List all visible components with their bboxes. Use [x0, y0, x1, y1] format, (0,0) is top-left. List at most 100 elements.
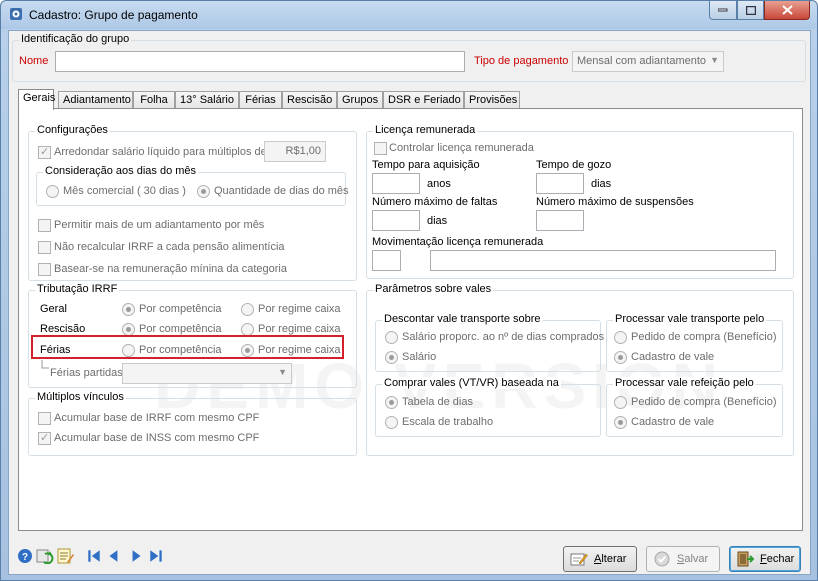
salvar-label-rest: alvar — [684, 553, 709, 565]
tab-13-salario[interactable]: 13° Salário — [175, 91, 239, 109]
gozo-dias-label: dias — [591, 178, 612, 190]
edit-list-icon[interactable] — [57, 548, 75, 564]
alterar-button[interactable]: Alterar — [563, 546, 637, 572]
licenca-group: Licença remunerada Controlar licença rem… — [366, 124, 794, 279]
maximize-button[interactable] — [737, 1, 764, 20]
salvar-button[interactable]: Salvar — [646, 546, 720, 572]
ferias-partidas-label: Férias partidas — [50, 367, 123, 379]
help-icon[interactable]: ? — [16, 548, 34, 564]
fechar-label-mnemonic: F — [760, 553, 767, 565]
vales-group: Parâmetros sobre vales Descontar vale tr… — [366, 283, 794, 456]
comprar-escala-radio[interactable] — [385, 416, 398, 429]
max-faltas-input[interactable] — [372, 210, 420, 231]
quantidade-dias-radio[interactable] — [197, 185, 210, 198]
rescisao-label: Rescisão — [40, 323, 86, 335]
nao-recalcular-label: Não recalcular IRRF a cada pensão alimen… — [54, 241, 285, 253]
identificacao-group: Identificação do grupo Nome Tipo de paga… — [12, 33, 806, 82]
nome-input[interactable] — [55, 51, 465, 72]
tributacao-group: Tributação IRRF Geral Por competência Po… — [28, 283, 357, 388]
bottom-toolbar: ? Alterar Salvar Fechar — [9, 534, 810, 574]
multiplos-title: Múltiplos vínculos — [35, 391, 126, 403]
descontar-title: Descontar vale transporte sobre — [382, 313, 543, 325]
processar-vt-cadastro-radio[interactable] — [614, 351, 627, 364]
tipo-pagamento-value: Mensal com adiantamento — [577, 55, 707, 67]
ferias-partidas-select[interactable]: ▼ — [122, 363, 292, 384]
previous-record-icon[interactable] — [105, 548, 123, 564]
descontar-proporc-label: Salário proporc. ao nº de dias comprados — [402, 331, 605, 343]
multiplos-group: Múltiplos vínculos Acumular base de IRRF… — [28, 391, 357, 456]
acumular-irrf-checkbox[interactable] — [38, 412, 51, 425]
processar-vr-cadastro-label: Cadastro de vale — [631, 416, 715, 428]
next-record-icon[interactable] — [127, 548, 145, 564]
processar-vr-pedido-radio[interactable] — [614, 396, 627, 409]
fechar-button[interactable]: Fechar — [729, 546, 801, 572]
movimentacao-code-input[interactable] — [372, 250, 401, 271]
processar-vt-title: Processar vale transporte pelo — [613, 313, 767, 325]
nome-label: Nome — [19, 55, 49, 67]
identificacao-group-title: Identificação do grupo — [19, 33, 132, 45]
arredondar-checkbox[interactable] — [38, 145, 51, 159]
geral-caixa-label: Por regime caixa — [258, 303, 341, 315]
tab-gerais[interactable]: Gerais — [18, 89, 55, 110]
comprar-tabela-radio[interactable] — [385, 396, 398, 409]
comprar-tabela-label: Tabela de dias — [402, 396, 473, 408]
permitir-label: Permitir mais de um adiantamento por mês — [54, 219, 265, 231]
quantidade-dias-label: Quantidade de dias do mês — [214, 185, 349, 197]
acumular-inss-checkbox[interactable] — [38, 431, 51, 445]
refresh-icon[interactable] — [36, 548, 54, 564]
tab-folha[interactable]: Folha — [133, 91, 175, 109]
fechar-label: Fechar — [760, 553, 794, 565]
minimize-button[interactable] — [709, 1, 737, 20]
descontar-salario-radio[interactable] — [385, 351, 398, 364]
tipo-pagamento-select[interactable]: Mensal com adiantamento ▼ — [572, 51, 724, 72]
rescisao-caixa-label: Por regime caixa — [258, 323, 341, 335]
comprar-escala-label: Escala de trabalho — [402, 416, 494, 428]
acumular-irrf-label: Acumular base de IRRF com mesmo CPF — [54, 412, 260, 424]
last-record-icon[interactable] — [147, 548, 165, 564]
permitir-checkbox[interactable] — [38, 219, 51, 232]
window-client: Identificação do grupo Nome Tipo de paga… — [8, 30, 811, 575]
mes-comercial-radio[interactable] — [46, 185, 59, 198]
max-suspensoes-input[interactable] — [536, 210, 584, 231]
check-circle-icon — [654, 551, 670, 567]
processar-vt-cadastro-label: Cadastro de vale — [631, 351, 715, 363]
close-button[interactable] — [764, 1, 810, 20]
first-record-icon[interactable] — [85, 548, 103, 564]
basear-checkbox[interactable] — [38, 263, 51, 276]
chevron-down-icon: ▼ — [710, 55, 719, 65]
tab-dsr-feriado[interactable]: DSR e Feriado — [383, 91, 464, 109]
movimentacao-desc-input[interactable] — [430, 250, 776, 271]
processar-vt-group: Processar vale transporte pelo Pedido de… — [606, 313, 783, 372]
arredondar-input[interactable]: R$1,00 — [264, 141, 326, 162]
processar-vt-pedido-radio[interactable] — [614, 331, 627, 344]
descontar-proporc-radio[interactable] — [385, 331, 398, 344]
geral-label: Geral — [40, 303, 67, 315]
nao-recalcular-checkbox[interactable] — [38, 241, 51, 254]
processar-vr-cadastro-radio[interactable] — [614, 416, 627, 429]
tab-grupos[interactable]: Grupos — [337, 91, 383, 109]
tab-provisoes[interactable]: Provisões — [464, 91, 520, 109]
configuracoes-group: Configurações Arredondar salário líquido… — [28, 124, 357, 281]
fechar-label-rest: echar — [766, 553, 795, 565]
consideracao-group: Consideração aos dias do mês Mês comerci… — [36, 165, 349, 206]
controlar-licenca-checkbox[interactable] — [374, 142, 387, 155]
processar-vt-pedido-label: Pedido de compra (Benefício) — [631, 331, 777, 343]
window-title: Cadastro: Grupo de pagamento — [29, 8, 198, 22]
comprar-title: Comprar vales (VT/VR) baseada na — [382, 377, 561, 389]
rescisao-competencia-label: Por competência — [139, 323, 222, 335]
tempo-gozo-input[interactable] — [536, 173, 584, 194]
exit-door-icon — [737, 551, 754, 567]
title-bar[interactable]: Cadastro: Grupo de pagamento — [1, 1, 817, 29]
tempo-aquisicao-input[interactable] — [372, 173, 420, 194]
max-suspensoes-label: Número máximo de suspensões — [536, 196, 694, 208]
geral-caixa-radio[interactable] — [241, 303, 254, 316]
tab-rescisao[interactable]: Rescisão — [282, 91, 337, 109]
minimize-icon — [718, 8, 728, 12]
tempo-gozo-label: Tempo de gozo — [536, 159, 612, 171]
tab-adiantamento[interactable]: Adiantamento — [58, 91, 133, 109]
max-faltas-label: Número máximo de faltas — [372, 196, 498, 208]
anos-label: anos — [427, 178, 451, 190]
geral-competencia-radio[interactable] — [122, 303, 135, 316]
maximize-icon — [745, 5, 756, 15]
tab-ferias[interactable]: Férias — [239, 91, 282, 109]
